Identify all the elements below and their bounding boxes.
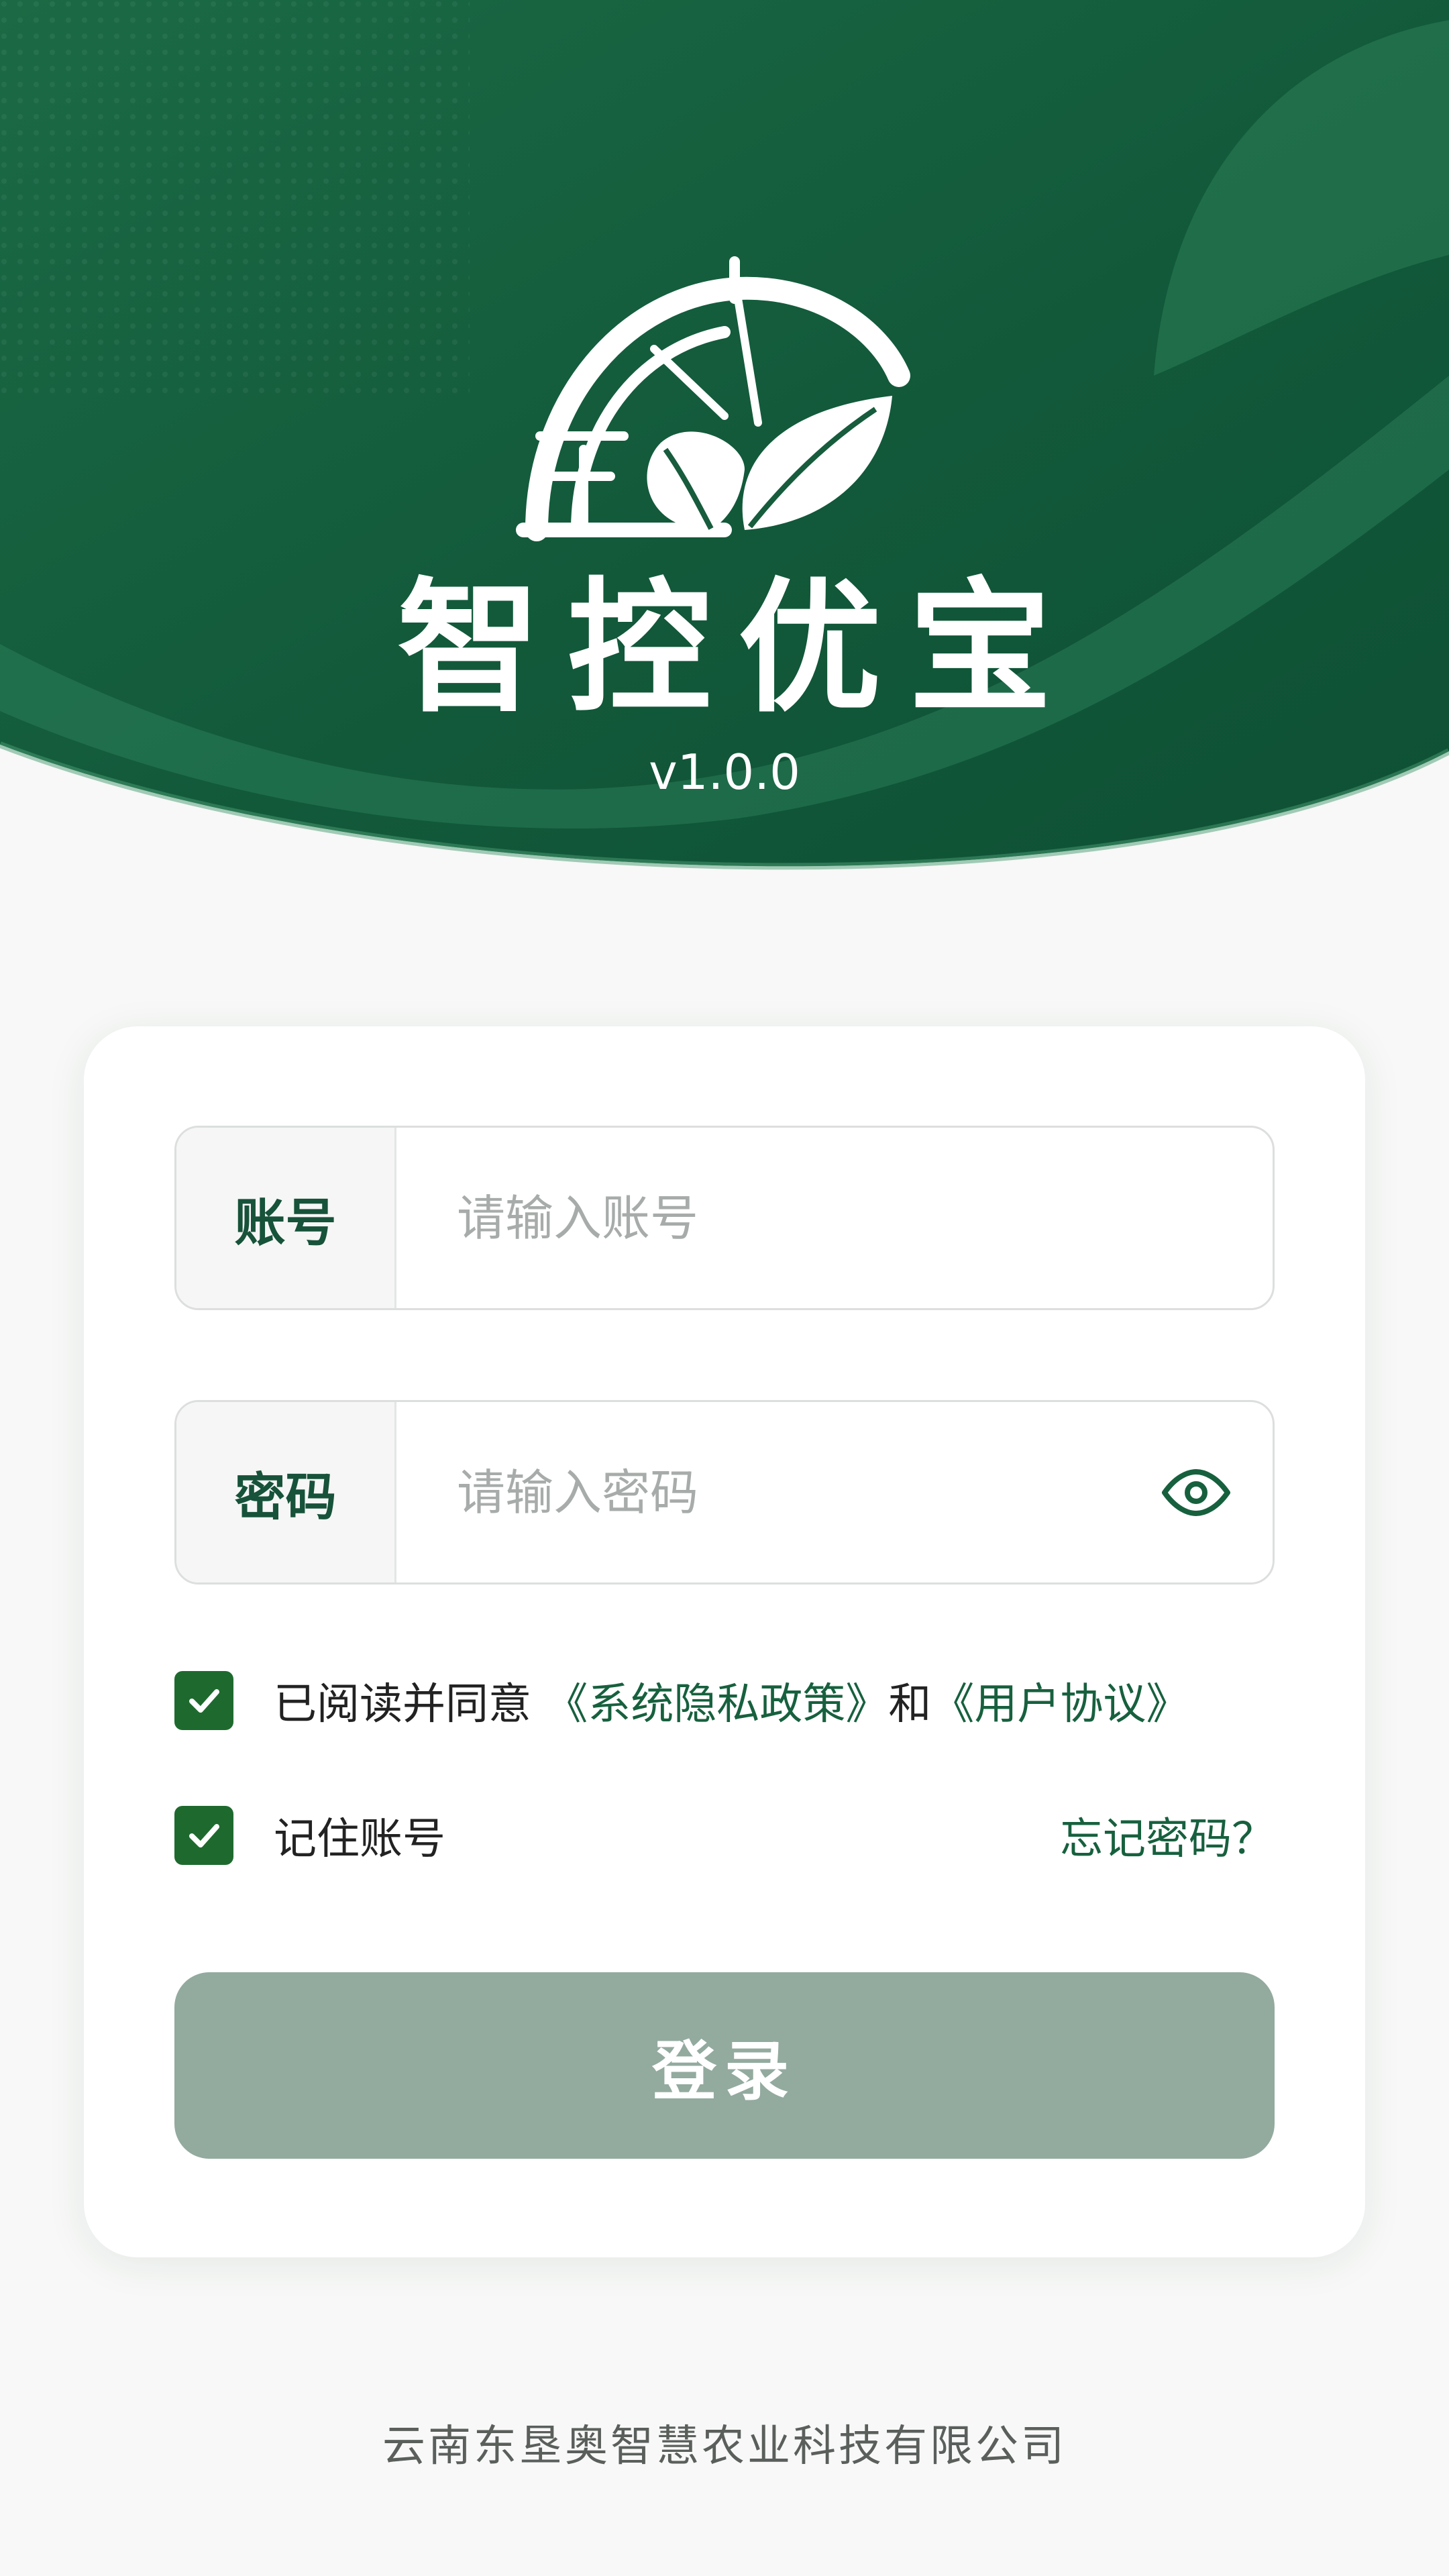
agreement-row: 已阅读并同意 《系统隐私政策》和《用户协议》 — [174, 1670, 1275, 1731]
login-card: 账号 密码 已阅读并同意 《系统隐私政策》和《用户协议》 记住 — [84, 1026, 1365, 2257]
check-icon — [189, 1689, 219, 1713]
account-input[interactable] — [396, 1128, 1273, 1308]
forgot-password-link[interactable]: 忘记密码？ — [1060, 1805, 1275, 1866]
password-visibility-toggle[interactable] — [1119, 1402, 1273, 1582]
password-label: 密码 — [176, 1402, 396, 1582]
account-label: 账号 — [176, 1128, 396, 1308]
user-agreement-link[interactable]: 《用户协议》 — [931, 1680, 1189, 1729]
agreement-text: 已阅读并同意 《系统隐私政策》和《用户协议》 — [274, 1670, 1189, 1731]
app-logo — [510, 248, 912, 543]
password-field: 密码 — [174, 1400, 1275, 1585]
remember-checkbox[interactable] — [174, 1806, 233, 1865]
remember-label: 记住账号 — [274, 1815, 445, 1864]
app-version: v1.0.0 — [649, 744, 800, 800]
agreement-checkbox[interactable] — [174, 1671, 233, 1730]
agreement-conjunction: 和 — [888, 1680, 932, 1729]
agreement-prefix: 已阅读并同意 — [274, 1680, 531, 1729]
account-field: 账号 — [174, 1126, 1275, 1310]
privacy-policy-link[interactable]: 《系统隐私政策》 — [545, 1680, 888, 1729]
login-button[interactable]: 登录 — [174, 1972, 1275, 2159]
check-icon — [189, 1824, 219, 1847]
remember-row: 记住账号 忘记密码？ — [174, 1805, 1275, 1866]
app-title: 智控优宝 — [397, 565, 1079, 732]
eye-icon — [1162, 1468, 1230, 1516]
greenhouse-leaf-logo-icon — [516, 256, 910, 541]
password-input[interactable] — [396, 1402, 1119, 1582]
company-footer: 云南东垦奥智慧农业科技有限公司 — [382, 2422, 1067, 2471]
